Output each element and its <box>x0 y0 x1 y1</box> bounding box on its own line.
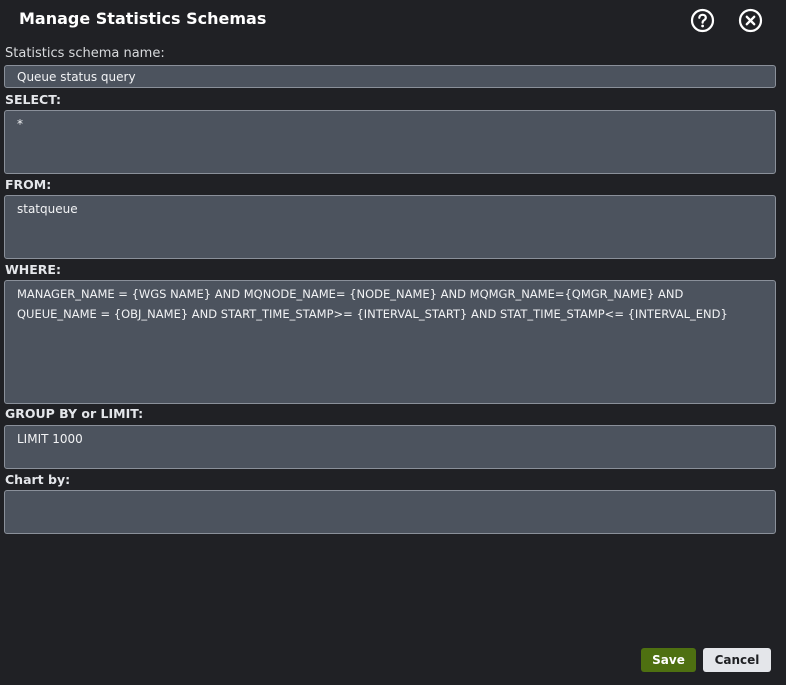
help-icon[interactable] <box>690 8 715 33</box>
select-label: SELECT: <box>5 92 62 107</box>
dialog-title: Manage Statistics Schemas <box>19 9 267 28</box>
manage-statistics-schemas-dialog: Manage Statistics Schemas Statistics sch… <box>0 0 786 685</box>
chart-by-label: Chart by: <box>5 472 71 487</box>
schema-name-label: Statistics schema name: <box>5 46 165 61</box>
from-label: FROM: <box>5 177 52 192</box>
group-by-textarea[interactable]: LIMIT 1000 <box>4 425 776 469</box>
chart-by-textarea[interactable] <box>4 490 776 534</box>
save-button[interactable]: Save <box>641 648 696 672</box>
close-icon[interactable] <box>738 8 763 33</box>
from-textarea[interactable]: statqueue <box>4 195 776 259</box>
schema-name-input[interactable]: Queue status query <box>4 65 776 88</box>
select-textarea[interactable]: * <box>4 110 776 174</box>
where-label: WHERE: <box>5 262 61 277</box>
group-by-label: GROUP BY or LIMIT: <box>5 406 144 421</box>
cancel-button[interactable]: Cancel <box>703 648 771 672</box>
where-textarea[interactable]: MANAGER_NAME = {WGS NAME} AND MQNODE_NAM… <box>4 280 776 404</box>
